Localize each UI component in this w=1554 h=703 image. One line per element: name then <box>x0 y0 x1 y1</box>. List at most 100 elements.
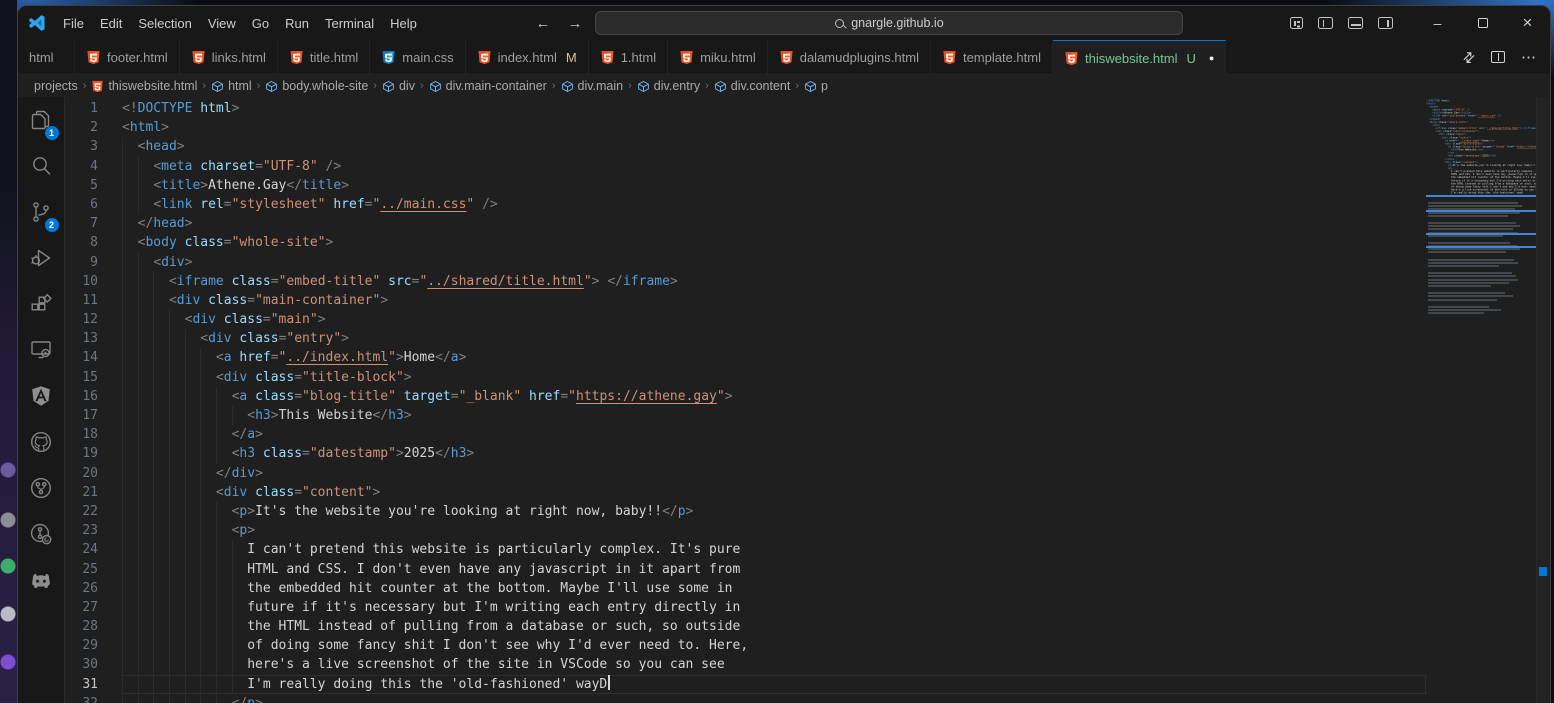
unsaved-dot-icon[interactable]: ● <box>1209 53 1214 63</box>
activity-item-godot-tools[interactable] <box>18 559 65 605</box>
tab-label: dalamudplugins.html <box>800 50 919 65</box>
indent-guide <box>185 329 186 348</box>
activity-item-gitlens[interactable] <box>18 513 65 559</box>
go-back-button[interactable]: ← <box>531 15 554 32</box>
toggle-primary-sidebar-icon[interactable] <box>1318 17 1333 29</box>
menu-selection[interactable]: Selection <box>130 13 199 34</box>
code-line-27: 27 future if it's necessary but I'm writ… <box>65 598 1426 617</box>
menu-help[interactable]: Help <box>382 13 425 34</box>
code-line-15: 15 <div class="title-block"> <box>65 368 1426 387</box>
breadcrumb-separator-icon: › <box>252 80 266 92</box>
indent-guide <box>138 291 139 310</box>
activity-item-extensions[interactable] <box>18 283 65 329</box>
breadcrumb-item-projects[interactable]: projects <box>34 79 78 93</box>
menu-file[interactable]: File <box>55 13 92 34</box>
open-changes-icon[interactable]: ⇄ <box>1459 47 1479 67</box>
indent-guide <box>169 540 170 559</box>
code-line-26: 26 the embedded hit counter at the botto… <box>65 579 1426 598</box>
activity-item-run-and-debug[interactable] <box>18 237 65 283</box>
activity-item-remote-explorer[interactable] <box>18 329 65 375</box>
indent-guide <box>169 464 170 483</box>
menu-edit[interactable]: Edit <box>92 13 130 34</box>
line-number: 21 <box>65 483 122 502</box>
indent-guide <box>169 406 170 425</box>
remote-explorer-icon <box>29 338 53 367</box>
go-forward-button[interactable]: → <box>563 15 586 32</box>
code-editor[interactable]: 1<!DOCTYPE html>2<html>3 <head>4 <meta c… <box>65 97 1550 703</box>
close-button[interactable]: × <box>1505 6 1550 40</box>
indent-guide <box>200 444 201 463</box>
indent-guide <box>153 617 154 636</box>
indent-guide <box>122 387 123 406</box>
tab-title.html[interactable]: title.html <box>278 40 370 74</box>
indent-guide <box>216 406 217 425</box>
line-number: 29 <box>65 636 122 655</box>
customize-layout-icon[interactable] <box>1290 17 1303 29</box>
code-text: <div class="main"> <box>122 310 1426 329</box>
activity-item-search[interactable] <box>18 145 65 191</box>
indent-guide <box>185 636 186 655</box>
line-number: 30 <box>65 655 122 674</box>
menu-go[interactable]: Go <box>244 13 277 34</box>
indent-guide <box>138 310 139 329</box>
breadcrumb-item-div[interactable]: div <box>382 79 415 93</box>
breadcrumb: projects›thiswebsite.html›html›body.whol… <box>18 75 1550 97</box>
text-cursor <box>608 675 610 690</box>
vscode-logo-icon <box>27 13 47 33</box>
breadcrumb-item-div-entry[interactable]: div.entry <box>637 79 700 93</box>
indent-guide <box>138 329 139 348</box>
tab-footer.html[interactable]: footer.html <box>75 40 180 74</box>
breadcrumb-label: div.main-container <box>446 79 547 93</box>
indent-guide <box>200 598 201 617</box>
command-center-search[interactable]: gnargle.github.io <box>595 11 1183 35</box>
activity-item-git-fork[interactable] <box>18 467 65 513</box>
tab-dalamudplugins.html[interactable]: dalamudplugins.html <box>768 40 931 74</box>
minimize-button[interactable]: – <box>1415 6 1460 40</box>
indent-guide <box>200 655 201 674</box>
line-number: 9 <box>65 253 122 272</box>
tab-template.html[interactable]: template.html <box>931 40 1053 74</box>
menu-view[interactable]: View <box>200 13 244 34</box>
activity-item-angular[interactable] <box>18 375 65 421</box>
html-file-icon <box>477 50 492 65</box>
maximize-button[interactable] <box>1460 6 1505 40</box>
breadcrumb-item-html[interactable]: html <box>211 79 252 93</box>
breadcrumb-item-thiswebsite-html[interactable]: thiswebsite.html <box>91 79 197 93</box>
breadcrumb-item-body-whole-site[interactable]: body.whole-site <box>265 79 368 93</box>
maximize-icon <box>1478 18 1488 28</box>
tab-miku.html[interactable]: miku.html <box>668 40 768 74</box>
breadcrumb-item-div-main[interactable]: div.main <box>561 79 624 93</box>
code-text: HTML and CSS. I don't even have any java… <box>122 560 1426 579</box>
code-text: <body class="whole-site"> <box>122 233 1426 252</box>
git-status-badge: U <box>1186 51 1195 66</box>
menu-run[interactable]: Run <box>277 13 317 34</box>
overview-ruler[interactable] <box>1536 97 1550 703</box>
menu-terminal[interactable]: Terminal <box>317 13 382 34</box>
github-icon <box>29 430 53 459</box>
toggle-secondary-sidebar-icon[interactable] <box>1378 17 1393 29</box>
activity-item-source-control[interactable]: 2 <box>18 191 65 237</box>
breadcrumb-separator-icon: › <box>197 80 211 92</box>
more-actions-icon[interactable]: ⋯ <box>1521 48 1536 66</box>
indent-guide <box>122 694 123 703</box>
minimap[interactable]: <!DOCTYPE html><html> <head> <meta chars… <box>1426 99 1536 703</box>
toggle-panel-icon[interactable] <box>1348 17 1363 29</box>
tab-thiswebsite.html[interactable]: thiswebsite.htmlU● <box>1053 40 1226 75</box>
tab-links.html[interactable]: links.html <box>180 40 278 74</box>
breadcrumb-item-p[interactable]: p <box>804 79 828 93</box>
breadcrumb-item-div-main-container[interactable]: div.main-container <box>429 79 547 93</box>
code-text: <h3 class="datestamp">2025</h3> <box>122 444 1426 463</box>
breadcrumb-item-div-content[interactable]: div.content <box>714 79 791 93</box>
line-number: 22 <box>65 502 122 521</box>
tab-1.html[interactable]: 1.html <box>589 40 668 74</box>
indent-guide <box>185 464 186 483</box>
code-text: <html> <box>122 118 1426 137</box>
activity-item-github[interactable] <box>18 421 65 467</box>
activity-item-explorer[interactable]: 1 <box>18 99 65 145</box>
tab-main.css[interactable]: main.css <box>370 40 465 74</box>
tab-html[interactable]: html <box>18 40 75 74</box>
split-editor-icon[interactable] <box>1491 51 1505 63</box>
indent-guide <box>122 233 123 252</box>
search-icon <box>29 154 53 183</box>
tab-index.html[interactable]: index.htmlM <box>466 40 589 74</box>
